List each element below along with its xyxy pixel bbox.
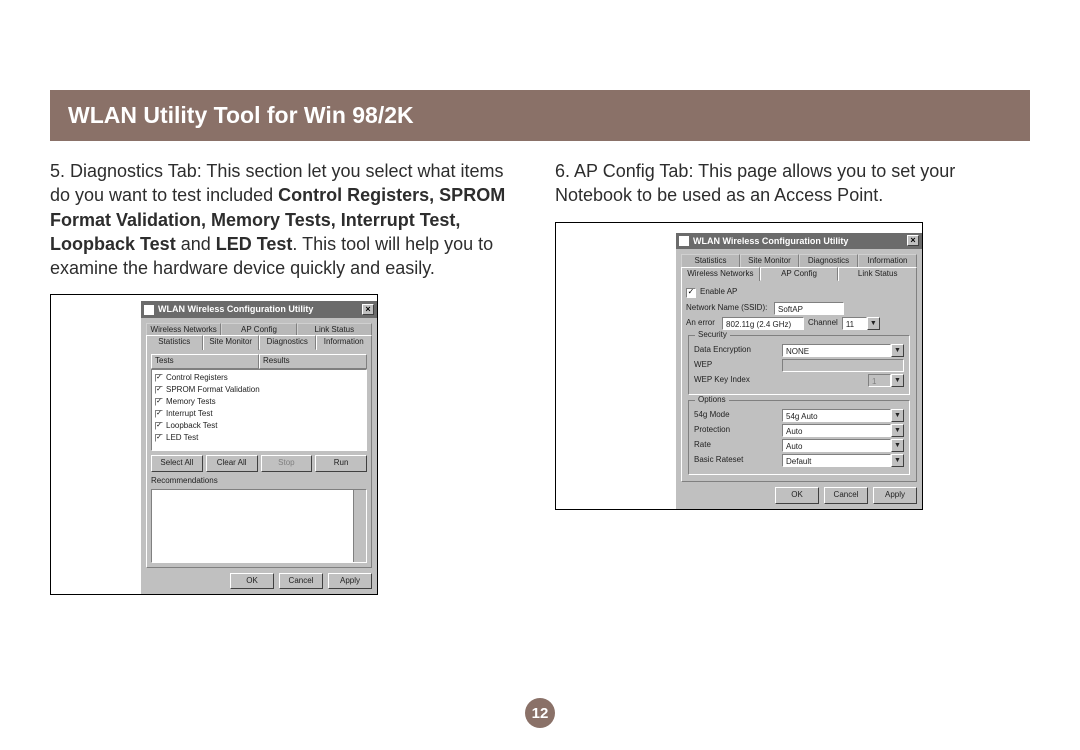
test-item: Memory Tests: [166, 396, 216, 408]
tab-site-monitor[interactable]: Site Monitor: [203, 335, 260, 350]
enable-ap-label: Enable AP: [700, 287, 737, 298]
col-results: Results: [259, 354, 367, 369]
checkbox-icon[interactable]: [155, 374, 163, 382]
wep-key-index-label: WEP Key Index: [694, 375, 782, 386]
tab-link-status[interactable]: Link Status: [838, 267, 917, 282]
ssid-input[interactable]: SoftAP: [774, 302, 844, 315]
tab-diagnostics[interactable]: Diagnostics: [799, 254, 858, 268]
basic-rateset-select[interactable]: Default: [782, 454, 891, 467]
run-button[interactable]: Run: [315, 455, 367, 472]
test-item: Loopback Test: [166, 420, 217, 432]
close-icon[interactable]: ×: [362, 304, 374, 315]
chevron-down-icon[interactable]: ▼: [891, 409, 904, 422]
test-item: Interrupt Test: [166, 408, 213, 420]
protection-select[interactable]: Auto: [782, 424, 891, 437]
text-5-bold2: LED Test: [216, 234, 293, 254]
test-item: SPROM Format Validation: [166, 384, 260, 396]
cancel-button[interactable]: Cancel: [279, 573, 323, 590]
row2-label: An error: [686, 318, 722, 329]
tests-list[interactable]: Control Registers SPROM Format Validatio…: [151, 369, 367, 451]
tab-ap-config[interactable]: AP Config: [221, 323, 296, 337]
checkbox-icon[interactable]: [155, 422, 163, 430]
dialog-titlebar[interactable]: WLAN Wireless Configuration Utility ×: [141, 301, 377, 317]
mode-54g-select[interactable]: 54g Auto: [782, 409, 891, 422]
tab-link-status[interactable]: Link Status: [297, 323, 372, 337]
checkbox-icon[interactable]: [155, 398, 163, 406]
clear-all-button[interactable]: Clear All: [206, 455, 258, 472]
select-all-button[interactable]: Select All: [151, 455, 203, 472]
tab-information[interactable]: Information: [858, 254, 917, 268]
chevron-down-icon[interactable]: ▼: [891, 424, 904, 437]
item-number-5: 5.: [50, 161, 65, 181]
enable-ap-checkbox[interactable]: [686, 288, 696, 298]
tab-statistics[interactable]: Statistics: [146, 335, 203, 350]
security-group: Security Data Encryption NONE▼ WEP: [688, 335, 910, 395]
recommendations-box[interactable]: [151, 489, 367, 563]
dialog-titlebar[interactable]: WLAN Wireless Configuration Utility ×: [676, 233, 922, 249]
chevron-down-icon[interactable]: ▼: [867, 317, 880, 330]
page-number-badge: 12: [525, 698, 555, 728]
item-number-6: 6.: [555, 161, 570, 181]
app-icon: [144, 305, 154, 315]
tab-wireless-networks[interactable]: Wireless Networks: [681, 267, 760, 282]
left-column: 5. Diagnostics Tab: This section let you…: [50, 159, 525, 595]
cancel-button[interactable]: Cancel: [824, 487, 868, 504]
diagnostics-dialog: WLAN Wireless Configuration Utility × Wi…: [50, 294, 378, 595]
app-icon: [679, 236, 689, 246]
tab-statistics[interactable]: Statistics: [681, 254, 740, 268]
chevron-down-icon[interactable]: ▼: [891, 454, 904, 467]
text-5-mid: and: [176, 234, 216, 254]
ssid-label: Network Name (SSID):: [686, 303, 774, 314]
chevron-down-icon: ▼: [891, 374, 904, 387]
tab-diagnostics[interactable]: Diagnostics: [259, 335, 316, 350]
wep-label: WEP: [694, 360, 782, 371]
channel-select[interactable]: 11: [842, 317, 867, 330]
checkbox-icon[interactable]: [155, 386, 163, 394]
wep-key-index-select: 1: [868, 374, 891, 387]
tab-site-monitor[interactable]: Site Monitor: [740, 254, 799, 268]
right-column: 6. AP Config Tab: This page allows you t…: [555, 159, 1030, 595]
recommendations-label: Recommendations: [151, 476, 367, 487]
test-item: Control Registers: [166, 372, 228, 384]
channel-label: Channel: [808, 318, 838, 329]
apply-button[interactable]: Apply: [873, 487, 917, 504]
dialog-title: WLAN Wireless Configuration Utility: [158, 303, 313, 315]
rate-label: Rate: [694, 440, 782, 451]
dialog-title: WLAN Wireless Configuration Utility: [693, 235, 848, 247]
ok-button[interactable]: OK: [230, 573, 274, 590]
chevron-down-icon[interactable]: ▼: [891, 439, 904, 452]
protection-label: Protection: [694, 425, 782, 436]
close-icon[interactable]: ×: [907, 235, 919, 246]
page-title: WLAN Utility Tool for Win 98/2K: [50, 90, 1030, 141]
tab-information[interactable]: Information: [316, 335, 373, 350]
checkbox-icon[interactable]: [155, 434, 163, 442]
ok-button[interactable]: OK: [775, 487, 819, 504]
col-tests: Tests: [151, 354, 259, 369]
mode-input[interactable]: 802.11g (2.4 GHz): [722, 317, 804, 330]
stop-button[interactable]: Stop: [261, 455, 313, 472]
options-group: Options 54g Mode 54g Auto▼ Protection Au…: [688, 400, 910, 475]
tab-ap-config[interactable]: AP Config: [760, 267, 839, 282]
text-6: AP Config Tab: This page allows you to s…: [555, 161, 955, 205]
chevron-down-icon[interactable]: ▼: [891, 344, 904, 357]
rate-select[interactable]: Auto: [782, 439, 891, 452]
mode-54g-label: 54g Mode: [694, 410, 782, 421]
checkbox-icon[interactable]: [155, 410, 163, 418]
ap-config-dialog: WLAN Wireless Configuration Utility × St…: [555, 222, 923, 510]
security-legend: Security: [695, 330, 730, 341]
apply-button[interactable]: Apply: [328, 573, 372, 590]
tab-wireless-networks[interactable]: Wireless Networks: [146, 323, 221, 337]
encryption-label: Data Encryption: [694, 345, 782, 356]
wep-input: [782, 359, 904, 372]
encryption-select[interactable]: NONE: [782, 344, 891, 357]
basic-rateset-label: Basic Rateset: [694, 455, 782, 466]
test-item: LED Test: [166, 432, 198, 444]
options-legend: Options: [695, 395, 729, 406]
